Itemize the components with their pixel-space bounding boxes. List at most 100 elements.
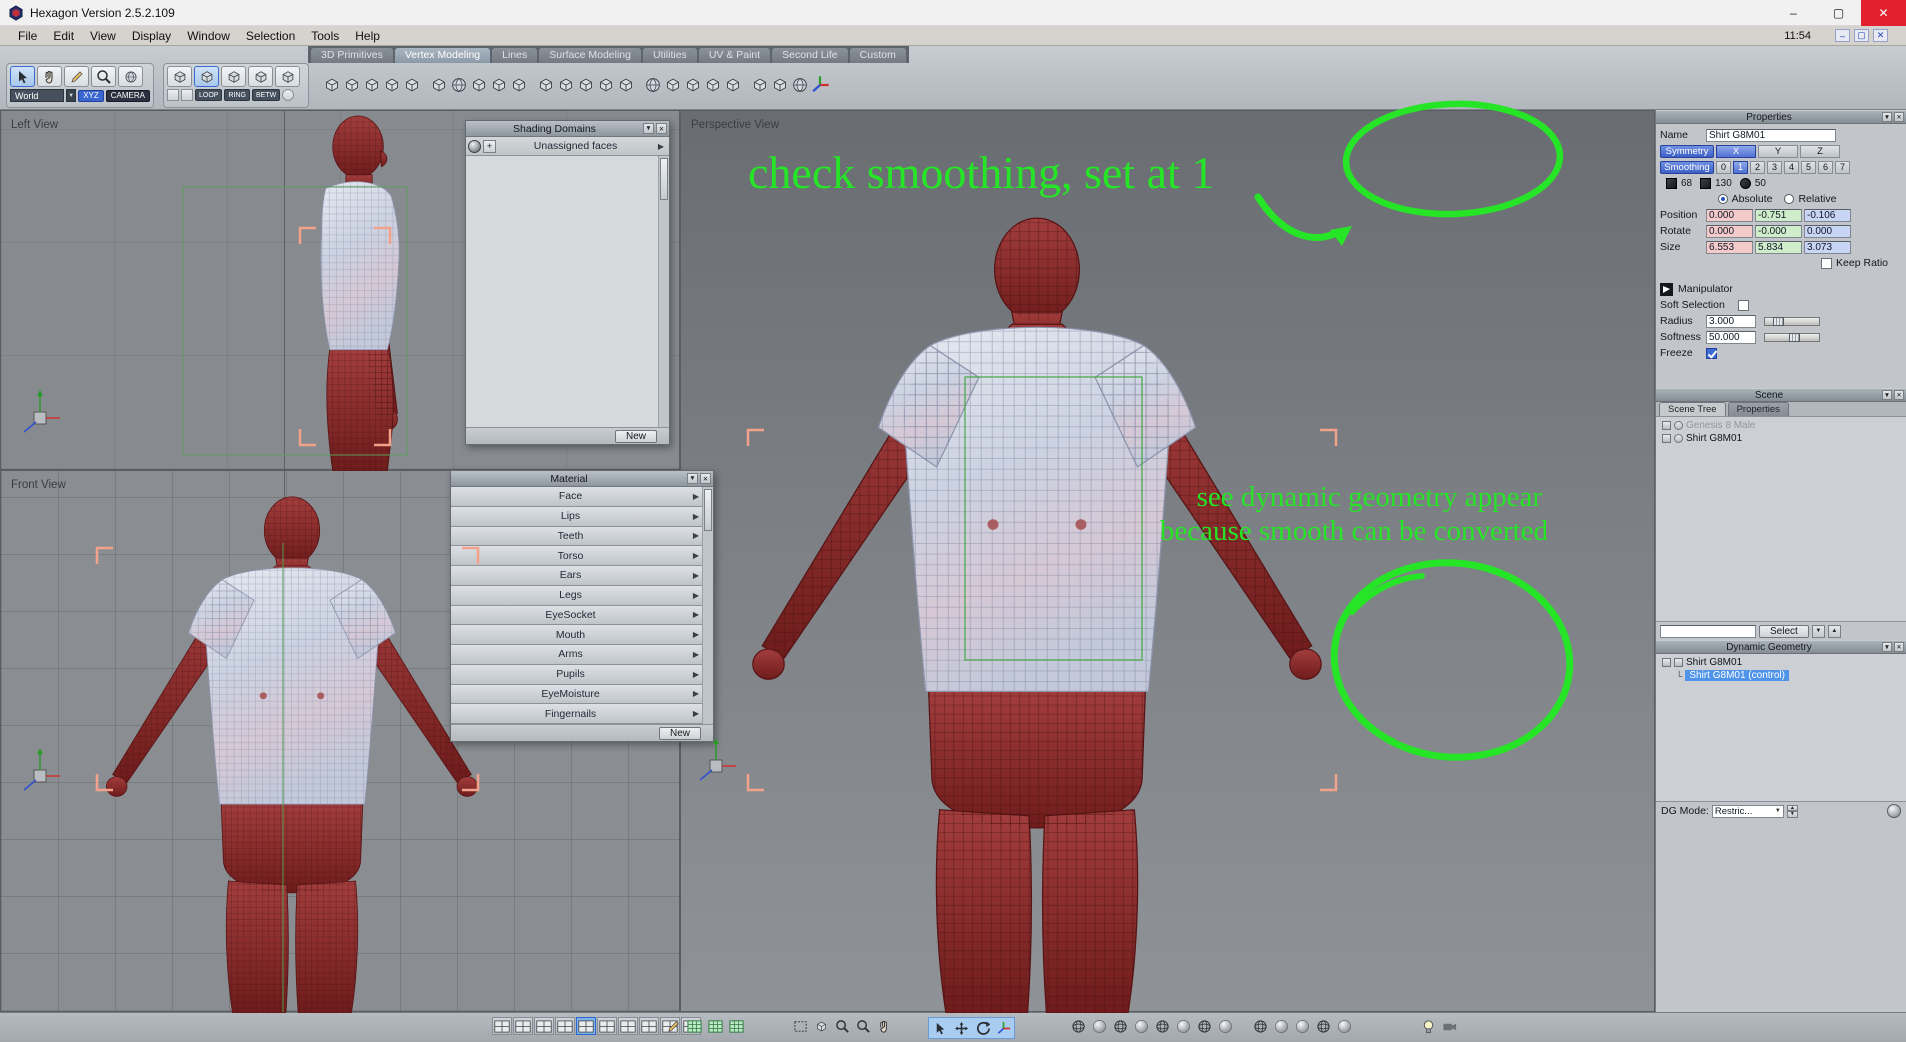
tool-decimate-icon[interactable] [750, 67, 770, 103]
lasso-tool[interactable] [64, 66, 89, 87]
tab-vertex-modeling[interactable]: Vertex Modeling [394, 48, 491, 63]
properties-close-icon[interactable]: ✕ [1894, 112, 1904, 122]
doc-minimize-icon[interactable]: – [1835, 29, 1850, 42]
shading-domains-header[interactable]: Shading Domains ▼ ✕ [466, 121, 669, 137]
textured-mode-icon[interactable] [1313, 1017, 1333, 1035]
smoothing-button[interactable]: Smoothing [1660, 160, 1714, 174]
tool-thickness-icon[interactable] [362, 67, 382, 103]
layout-quad-icon[interactable] [576, 1017, 596, 1035]
doc-close-icon[interactable]: ✕ [1873, 29, 1888, 42]
dg-check-icon[interactable] [1662, 658, 1671, 667]
paint-icon[interactable] [663, 1017, 683, 1035]
position-y-input[interactable] [1755, 208, 1802, 222]
tool-triangulate-icon[interactable] [770, 67, 790, 103]
scene-item-genesis[interactable]: Genesis 8 Male [1656, 419, 1906, 432]
softness-slider-thumb[interactable] [1789, 332, 1800, 342]
select-grow-icon[interactable] [167, 89, 179, 101]
move-tool-icon[interactable] [951, 1019, 971, 1037]
select-next-icon[interactable]: ▲ [1827, 624, 1841, 638]
radius-input[interactable] [1706, 314, 1756, 328]
dg-sphere-icon[interactable] [1887, 804, 1901, 818]
layout-single-icon[interactable] [492, 1017, 512, 1035]
visibility-icon[interactable] [1674, 421, 1683, 430]
freeze-checkbox[interactable] [1706, 347, 1717, 359]
orbit-z-icon[interactable] [1131, 1017, 1151, 1035]
rotate-y-input[interactable] [1755, 224, 1802, 238]
smoothing-level-7[interactable]: 7 [1835, 160, 1850, 174]
uv-grid-icon[interactable] [684, 1017, 704, 1035]
xyz-toggle[interactable]: XYZ [78, 89, 104, 102]
material-new-button[interactable]: New [658, 726, 701, 740]
tab-3d-primitives[interactable]: 3D Primitives [311, 48, 393, 63]
material-item-arms[interactable]: Arms ▶ [451, 645, 702, 665]
camera-front-icon[interactable] [1152, 1017, 1172, 1035]
tool-bridge-icon[interactable] [509, 67, 529, 103]
material-item-fingernails[interactable]: Fingernails ▶ [451, 704, 702, 724]
smooth-mode-icon[interactable] [1292, 1017, 1312, 1035]
camera-top-icon[interactable] [1194, 1017, 1214, 1035]
dg-edit-icon[interactable] [1674, 658, 1683, 667]
smoothing-level-0[interactable]: 0 [1716, 160, 1731, 174]
uv-grid2-icon[interactable] [705, 1017, 725, 1035]
size-y-input[interactable] [1755, 240, 1802, 254]
minimize-button[interactable]: – [1771, 0, 1816, 26]
material-item-torso[interactable]: Torso ▶ [451, 546, 702, 566]
layout-2h-icon[interactable] [534, 1017, 554, 1035]
uv-mode-button[interactable] [275, 66, 300, 87]
dg-item-shirt-control[interactable]: └ Shirt G8M01 (control) [1656, 669, 1906, 682]
light-icon[interactable] [1418, 1017, 1438, 1035]
vertex-mode-button[interactable] [194, 66, 219, 87]
face-mode-button[interactable] [248, 66, 273, 87]
menu-tools[interactable]: Tools [303, 27, 347, 45]
scale-tool-icon[interactable] [993, 1019, 1013, 1037]
dynamic-geometry-header[interactable]: Dynamic Geometry ▼ ✕ [1656, 640, 1906, 654]
rotate-x-input[interactable] [1706, 224, 1753, 238]
perspective-viewport[interactable]: Perspective View [680, 110, 1655, 1012]
symmetry-button[interactable]: Symmetry [1660, 144, 1714, 158]
tab-second-life[interactable]: Second Life [772, 48, 848, 63]
dg-mode-dropdown[interactable]: Restric... ▼ [1711, 804, 1784, 818]
relative-radio[interactable] [1784, 194, 1795, 204]
position-z-input[interactable] [1804, 208, 1851, 222]
zoom-out-icon[interactable] [853, 1017, 873, 1035]
tool-smooth-icon[interactable] [469, 67, 489, 103]
absolute-radio[interactable] [1717, 194, 1728, 204]
dynamic-geometry-collapse-icon[interactable]: ▼ [1882, 642, 1892, 652]
menu-edit[interactable]: Edit [45, 27, 82, 45]
select-arrow-tool[interactable] [10, 66, 35, 87]
name-input[interactable] [1706, 128, 1836, 142]
material-item-ears[interactable]: Ears ▶ [451, 566, 702, 586]
transparent-mode-icon[interactable] [1334, 1017, 1354, 1035]
tool-snap-icon[interactable] [810, 67, 830, 103]
keep-ratio-checkbox[interactable] [1821, 257, 1833, 269]
close-button[interactable]: ✕ [1861, 0, 1906, 26]
edit-icon[interactable] [1662, 434, 1671, 443]
tool-stretch-icon[interactable] [322, 67, 342, 103]
scene-tree[interactable]: Genesis 8 Male Shirt G8M01 [1656, 417, 1906, 622]
edge-mode-button[interactable] [221, 66, 246, 87]
rotate-z-input[interactable] [1804, 224, 1851, 238]
tab-uv-paint[interactable]: UV & Paint [698, 48, 771, 63]
menu-help[interactable]: Help [347, 27, 388, 45]
menu-file[interactable]: File [10, 27, 45, 45]
scroll-thumb[interactable] [660, 158, 668, 200]
layout-3b-icon[interactable] [639, 1017, 659, 1035]
maximize-button[interactable]: ▢ [1816, 0, 1861, 26]
scene-close-icon[interactable]: ✕ [1894, 390, 1904, 400]
symmetry-x-button[interactable]: X [1716, 144, 1756, 158]
tool-fast-extrude-icon[interactable] [429, 67, 449, 103]
shading-domains-list[interactable] [466, 156, 669, 427]
tool-sweep-icon[interactable] [342, 67, 362, 103]
tab-scene-properties[interactable]: Properties [1727, 402, 1789, 416]
scene-item-shirt[interactable]: Shirt G8M01 [1656, 432, 1906, 445]
doc-restore-icon[interactable]: ▢ [1854, 29, 1869, 42]
hand-tool[interactable] [37, 66, 62, 87]
select-input[interactable] [1660, 624, 1756, 638]
layout-3t-icon[interactable] [618, 1017, 638, 1035]
wireframe-mode-icon[interactable] [1250, 1017, 1270, 1035]
rotate-tool-icon[interactable] [972, 1019, 992, 1037]
spin-down-icon[interactable]: ▼ [1786, 811, 1798, 818]
between-select-button[interactable]: BETW [251, 89, 281, 101]
tab-scene-tree[interactable]: Scene Tree [1659, 402, 1726, 416]
symmetry-z-button[interactable]: Z [1800, 144, 1840, 158]
